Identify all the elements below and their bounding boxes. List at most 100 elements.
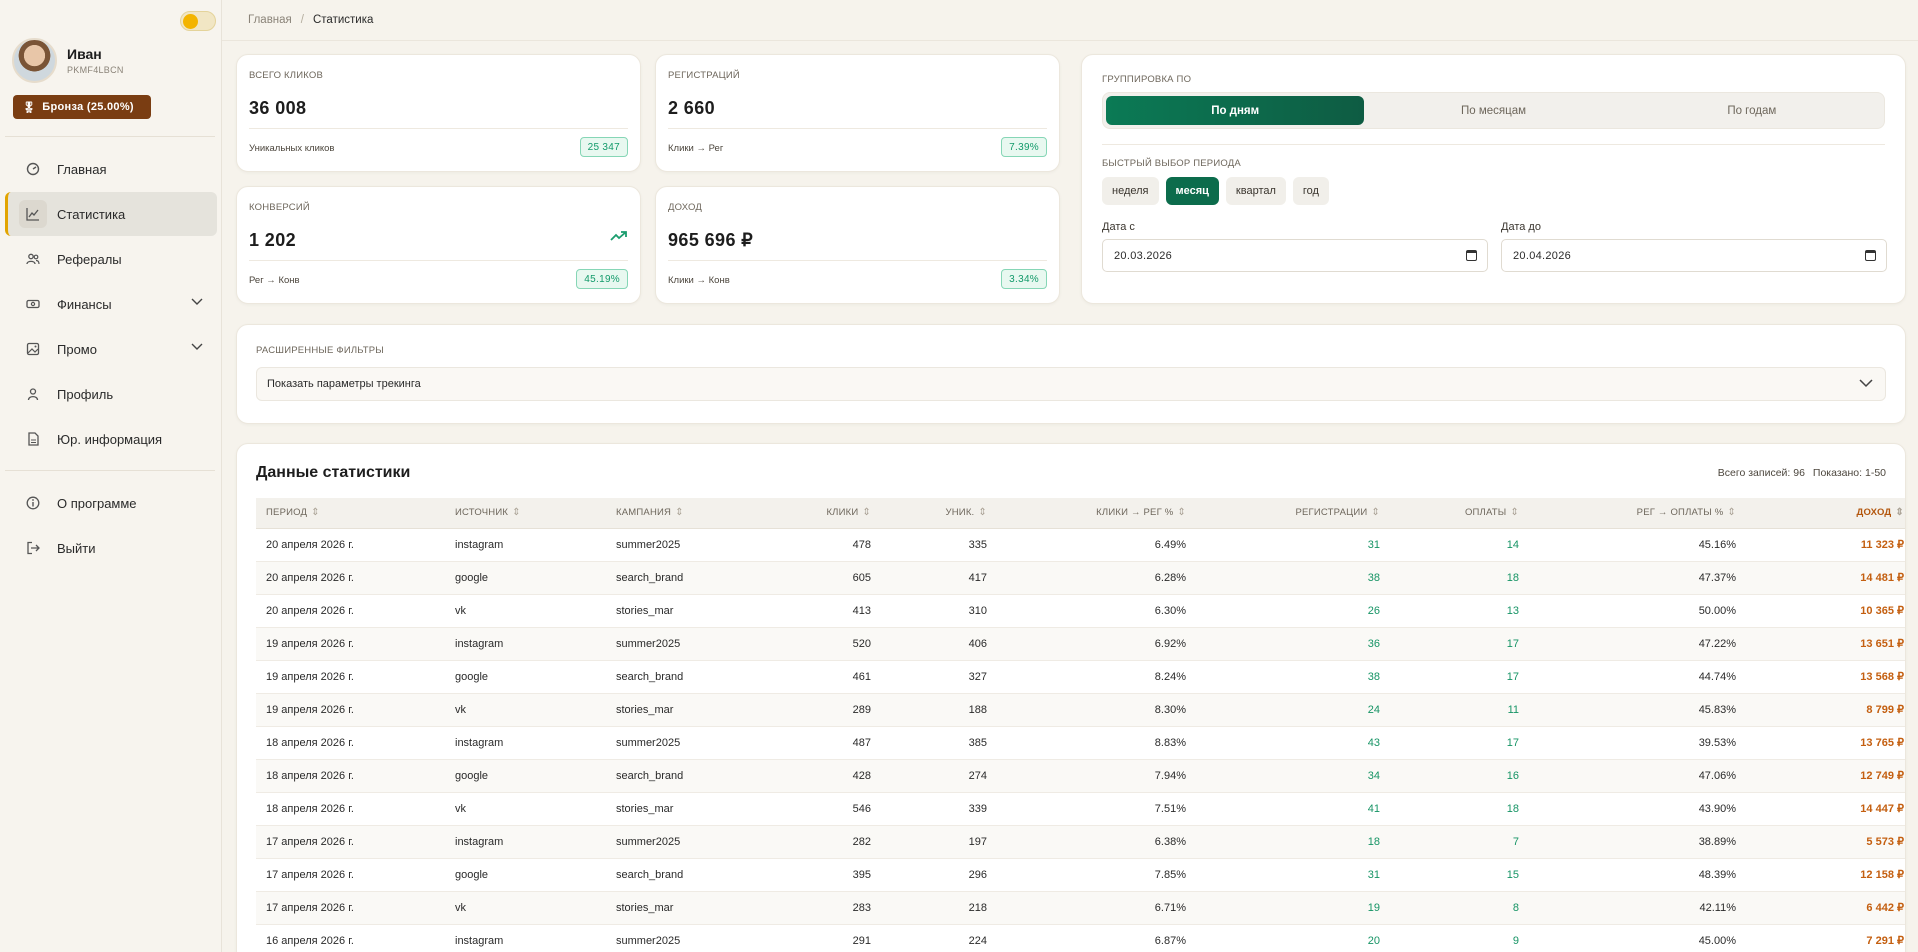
cell-click-reg-rate: 7.94% (997, 759, 1196, 793)
period-chip-quarter[interactable]: квартал (1225, 177, 1286, 205)
user-card[interactable]: Иван PKMF4LBCN (12, 38, 124, 83)
date-from-input[interactable]: 20.03.2026 (1102, 239, 1488, 272)
breadcrumb-home-link[interactable]: Главная (248, 14, 292, 26)
document-icon (19, 425, 47, 453)
table-row[interactable]: 16 апреля 2026 г. instagram summer2025 291 2… (256, 924, 1905, 952)
cell-source: instagram (445, 627, 606, 661)
cell-unique: 296 (881, 858, 997, 892)
grouping-option-months[interactable]: По месяцам (1364, 96, 1622, 125)
filters-card: Расширенные фильтры Показать параметры т… (236, 324, 1906, 424)
sort-icon: ⇕ (862, 507, 871, 519)
table-row[interactable]: 17 апреля 2026 г. google search_brand 395 29… (256, 858, 1905, 892)
stat-badge: 3.34% (1001, 269, 1047, 289)
cell-clicks: 283 (776, 891, 881, 925)
cell-unique: 188 (881, 693, 997, 727)
theme-toggle[interactable] (180, 11, 216, 31)
date-from-value: 20.03.2026 (1114, 249, 1173, 262)
table-title: Данные статистики (256, 464, 411, 481)
cell-income: 13 568 ₽ (1746, 660, 1905, 694)
cell-reg-pay-rate: 47.22% (1529, 627, 1746, 661)
grouping-option-years[interactable]: По годам (1623, 96, 1881, 125)
sort-icon: ⇕ (311, 507, 320, 519)
column-header-payments[interactable]: Оплаты ⇕ (1390, 498, 1529, 529)
sidebar-item-promo[interactable]: Промо (5, 327, 217, 371)
cell-clicks: 546 (776, 792, 881, 826)
column-header-reg-pay-rate[interactable]: Рег → Оплаты % ⇕ (1529, 498, 1746, 529)
cell-period: 19 апреля 2026 г. (256, 627, 445, 661)
table-row[interactable]: 19 апреля 2026 г. google search_brand 461 32… (256, 660, 1905, 694)
calendar-icon[interactable] (1466, 250, 1477, 261)
column-header-click-reg-rate[interactable]: Клики → Рег % ⇕ (997, 498, 1196, 529)
column-header-clicks[interactable]: Клики ⇕ (776, 498, 881, 529)
table-row[interactable]: 20 апреля 2026 г. google search_brand 605 41… (256, 561, 1905, 595)
sidebar-item-about[interactable]: О программе (5, 481, 217, 525)
sidebar-item-profile[interactable]: Профиль (5, 372, 217, 416)
column-header-income[interactable]: Доход ⇕ (1746, 498, 1905, 529)
table-row[interactable]: 20 апреля 2026 г. instagram summer2025 478 3… (256, 528, 1905, 562)
cell-source: google (445, 561, 606, 595)
chart-icon (19, 200, 47, 228)
period-chip-year[interactable]: год (1292, 177, 1329, 205)
table-row[interactable]: 17 апреля 2026 г. instagram summer2025 282 1… (256, 825, 1905, 859)
divider (5, 470, 215, 471)
column-header-source[interactable]: Источник ⇕ (445, 498, 606, 529)
cell-reg-pay-rate: 50.00% (1529, 594, 1746, 628)
cell-payments: 18 (1390, 792, 1529, 826)
cell-income: 12 749 ₽ (1746, 759, 1905, 793)
table-meta: Всего записей: 96 Показано: 1-50 (1718, 467, 1886, 479)
cell-clicks: 428 (776, 759, 881, 793)
column-header-period[interactable]: Период ⇕ (256, 498, 445, 529)
column-header-campaign[interactable]: Кампания ⇕ (606, 498, 776, 529)
grouping-option-days[interactable]: По дням (1106, 96, 1365, 125)
sidebar-item-logout[interactable]: Выйти (5, 526, 217, 570)
cell-clicks: 520 (776, 627, 881, 661)
period-chip-week[interactable]: неделя (1102, 177, 1159, 205)
divider (5, 136, 215, 137)
cell-unique: 406 (881, 627, 997, 661)
dashboard-icon (19, 155, 47, 183)
chevron-down-icon[interactable] (191, 340, 203, 354)
cell-income: 6 442 ₽ (1746, 891, 1905, 925)
sidebar-item-legal[interactable]: Юр. информация (5, 417, 217, 461)
tracking-params-toggle[interactable]: Показать параметры трекинга (256, 367, 1886, 401)
cell-source: instagram (445, 825, 606, 859)
cell-clicks: 395 (776, 858, 881, 892)
chevron-down-icon[interactable] (191, 295, 203, 309)
period-chip-month[interactable]: месяц (1165, 177, 1219, 205)
calendar-icon[interactable] (1865, 250, 1876, 261)
table-row[interactable]: 18 апреля 2026 г. instagram summer2025 487 3… (256, 726, 1905, 760)
table-row[interactable]: 19 апреля 2026 г. instagram summer2025 520 4… (256, 627, 1905, 661)
total-records: Всего записей: 96 (1717, 467, 1805, 479)
table-row[interactable]: 20 апреля 2026 г. vk stories_mar 413 310 6.30… (256, 594, 1905, 628)
users-icon (19, 245, 47, 273)
cell-income: 11 323 ₽ (1746, 528, 1905, 562)
table-row[interactable]: 17 апреля 2026 г. vk stories_mar 283 218 6.71… (256, 891, 1905, 925)
sidebar-item-home[interactable]: Главная (5, 147, 217, 191)
info-icon (19, 489, 47, 517)
cell-period: 20 апреля 2026 г. (256, 561, 445, 595)
cell-click-reg-rate: 6.71% (997, 891, 1196, 925)
cell-campaign: search_brand (606, 561, 776, 595)
cell-source: vk (445, 594, 606, 628)
sidebar-item-referrals[interactable]: Рефералы (5, 237, 217, 281)
column-header-unique[interactable]: Уник. ⇕ (881, 498, 997, 529)
user-code: PKMF4LBCN (67, 65, 124, 75)
sidebar: Иван PKMF4LBCN 🎖 Бронза (25.00%) Главная… (0, 0, 222, 952)
cell-source: instagram (445, 528, 606, 562)
table-row[interactable]: 18 апреля 2026 г. google search_brand 428 27… (256, 759, 1905, 793)
cell-clicks: 291 (776, 924, 881, 952)
cell-payments: 11 (1390, 693, 1529, 727)
cell-registrations: 31 (1196, 858, 1390, 892)
cell-registrations: 26 (1196, 594, 1390, 628)
date-to-input[interactable]: 20.04.2026 (1501, 239, 1887, 272)
trend-up-icon (610, 229, 628, 245)
stat-sub: Рег → Конв (249, 275, 300, 286)
cell-reg-pay-rate: 39.53% (1529, 726, 1746, 760)
sidebar-item-statistics[interactable]: Статистика (5, 192, 217, 236)
sidebar-item-finance[interactable]: Финансы (5, 282, 217, 326)
table-row[interactable]: 19 апреля 2026 г. vk stories_mar 289 188 8.30… (256, 693, 1905, 727)
table-row[interactable]: 18 апреля 2026 г. vk stories_mar 546 339 7.51… (256, 792, 1905, 826)
chevron-down-icon (1859, 376, 1873, 391)
column-header-registrations[interactable]: Регистрации ⇕ (1196, 498, 1390, 529)
sidebar-item-label: Рефералы (57, 251, 122, 267)
